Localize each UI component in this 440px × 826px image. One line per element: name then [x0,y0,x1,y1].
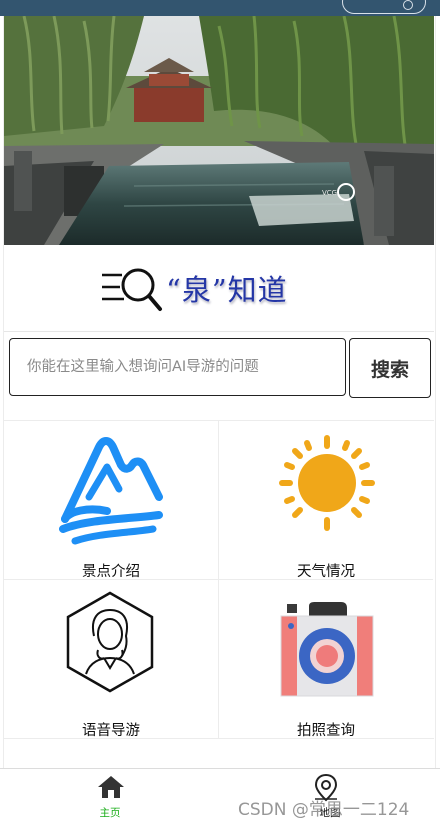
search-button[interactable]: 搜索 [349,338,431,398]
mountain-icon [59,437,163,545]
capsule-close-icon[interactable] [403,0,413,10]
search-input[interactable] [9,338,346,396]
app-logo: “泉”知道 [4,245,434,332]
feature-photo-query[interactable]: 拍照查询 [218,579,433,739]
top-status-bar [0,0,440,16]
feature-weather[interactable]: 天气情况 [218,421,433,580]
feature-voice-guide[interactable]: 语音导游 [4,579,218,739]
home-icon [98,776,124,798]
camera-icon [280,602,374,697]
feature-label: 语音导游 [82,723,140,739]
svg-text:VCG: VCG [322,189,337,197]
tab-label: 主页 [99,807,121,819]
feature-scenic-intro[interactable]: 景点介绍 [4,421,218,580]
feature-label: 拍照查询 [297,723,355,739]
hero-banner-image: VCG [4,16,434,245]
capsule-menu-button[interactable] [342,0,426,14]
feature-label: 天气情况 [297,564,355,580]
feature-grid: 景点介绍 天气情况 语音导游 拍照查询 [4,420,434,739]
search-list-icon [102,268,162,311]
logo-title: “泉”知道 [166,273,288,307]
guide-avatar-icon [66,591,154,693]
tab-home[interactable]: 主页 [0,769,220,826]
sun-icon [279,435,375,531]
csdn-watermark: CSDN @常思一二124 [238,800,410,820]
feature-label: 景点介绍 [82,564,140,580]
